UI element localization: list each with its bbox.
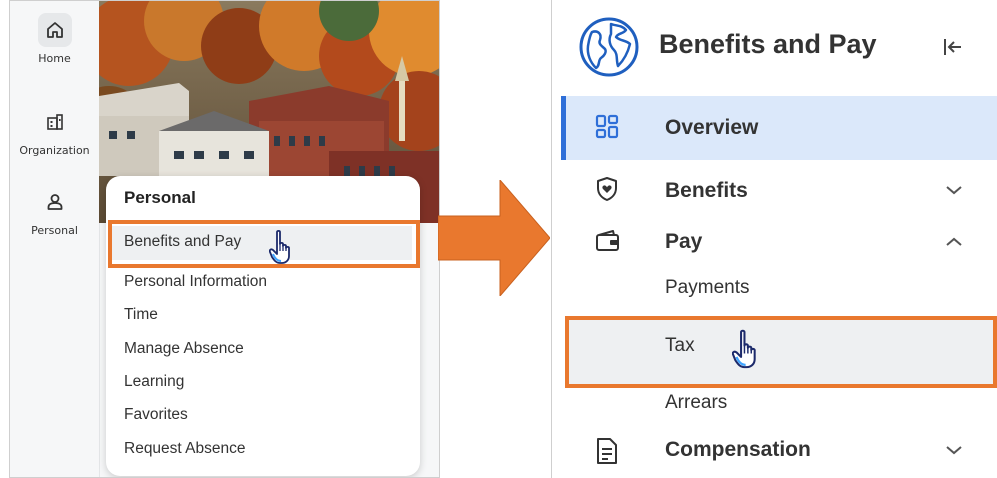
nav-label-overview: Overview (665, 116, 759, 139)
nav-label-benefits[interactable]: Benefits (665, 179, 748, 203)
rail-label: Organization (19, 144, 90, 157)
chevron-down-icon[interactable] (945, 444, 963, 456)
menu-item-learning[interactable]: Learning (124, 373, 184, 391)
globe-icon (579, 17, 639, 77)
shield-heart-icon (597, 177, 617, 201)
rail-item-personal[interactable]: Personal (10, 185, 99, 237)
menu-item-time[interactable]: Time (124, 306, 158, 324)
rail-item-organization[interactable]: Organization (10, 105, 99, 157)
rail-label: Personal (31, 224, 78, 237)
person-icon (38, 185, 72, 219)
nav-subitem-arrears[interactable]: Arrears (665, 392, 727, 414)
benefits-and-pay-panel: Benefits and Pay Overview Benefits Pay P… (551, 0, 997, 478)
nav-label-pay[interactable]: Pay (665, 230, 702, 254)
collapse-sidebar-icon[interactable] (942, 37, 964, 57)
highlight-box-benefits-and-pay (108, 220, 420, 268)
nav-item-overview[interactable] (561, 96, 997, 160)
organization-icon (38, 105, 72, 139)
menu-item-request-absence[interactable]: Request Absence (124, 440, 246, 458)
wallet-icon (596, 230, 619, 251)
highlight-box-tax (565, 316, 997, 388)
rail-item-home[interactable]: Home (10, 13, 99, 65)
menu-title: Personal (124, 188, 196, 207)
menu-item-personal-information[interactable]: Personal Information (124, 273, 267, 291)
menu-item-favorites[interactable]: Favorites (124, 406, 188, 424)
nav-label-compensation[interactable]: Compensation (665, 438, 811, 462)
chevron-up-icon[interactable] (945, 236, 963, 248)
document-icon (597, 438, 617, 464)
workday-home-panel: Home Organization Personal Personal Bene… (9, 0, 440, 478)
nav-subitem-payments[interactable]: Payments (665, 277, 749, 299)
dashboard-icon (595, 114, 619, 139)
chevron-down-icon[interactable] (945, 184, 963, 196)
page-title: Benefits and Pay (659, 29, 877, 59)
nav-rail: Home Organization Personal (10, 1, 100, 477)
active-indicator (561, 96, 566, 160)
arrow-right-icon (438, 180, 550, 296)
home-icon (37, 13, 72, 47)
menu-item-manage-absence[interactable]: Manage Absence (124, 340, 244, 358)
rail-label: Home (38, 52, 71, 65)
